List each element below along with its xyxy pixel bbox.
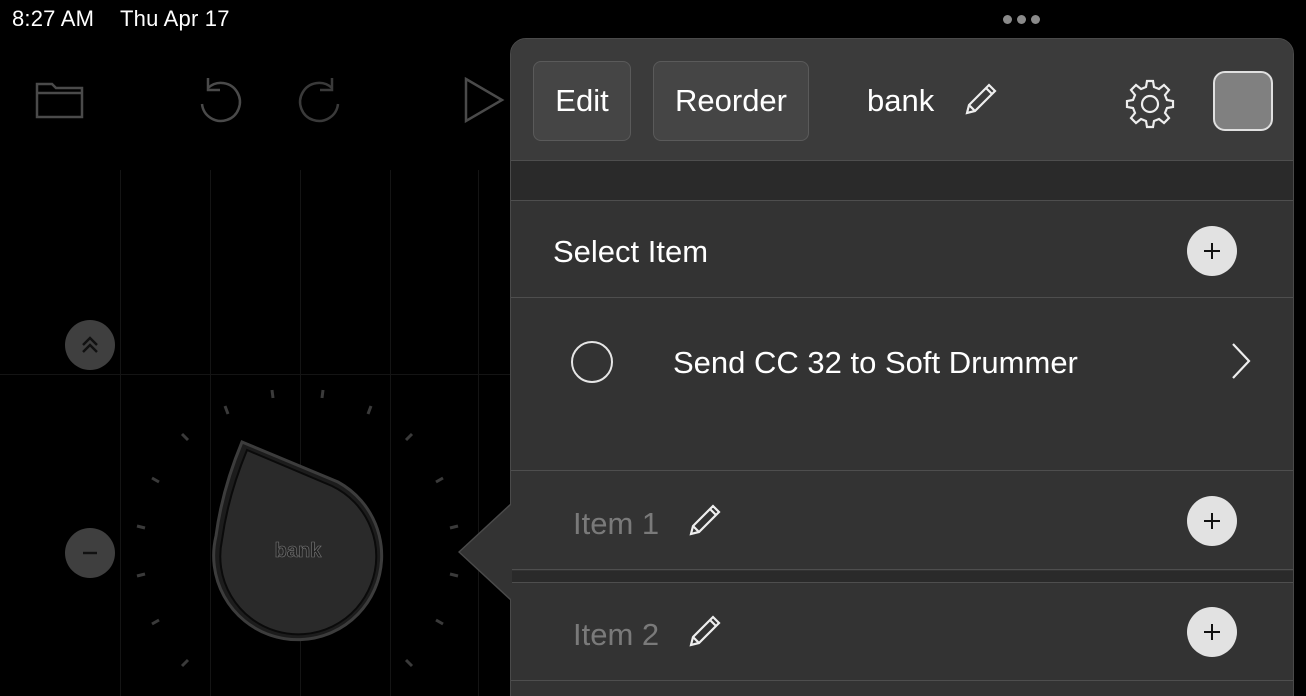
minus-icon[interactable] (65, 528, 115, 578)
select-item-row: Select Item (511, 202, 1293, 298)
folder-icon[interactable] (34, 78, 86, 120)
knob-dial[interactable] (120, 380, 480, 696)
popover-pointer (460, 504, 512, 600)
popover-title: bank (867, 83, 935, 118)
play-icon[interactable] (462, 76, 506, 124)
double-chevron-up-icon[interactable] (65, 320, 115, 370)
pencil-icon[interactable] (959, 79, 1001, 126)
list-item[interactable]: Item 1 (511, 472, 1293, 570)
gear-icon[interactable] (1123, 77, 1177, 136)
add-button[interactable] (1187, 496, 1237, 546)
chevron-right-icon[interactable] (1229, 341, 1253, 386)
popover-header: Edit Reorder bank (511, 39, 1293, 161)
select-item-label: Select Item (553, 234, 709, 269)
list-item[interactable]: Send CC 32 to Soft Drummer (511, 299, 1293, 471)
list-item[interactable]: Item 2 (511, 583, 1293, 681)
status-time: 8:27 AM (12, 6, 95, 31)
redo-icon[interactable] (294, 74, 346, 128)
add-item-button[interactable] (1187, 226, 1237, 276)
add-button[interactable] (1187, 607, 1237, 657)
radio-button[interactable] (571, 341, 613, 383)
multitasking-dots-icon[interactable] (1003, 15, 1040, 24)
popover-panel: Edit Reorder bank Select Item Send CC 32… (510, 38, 1294, 696)
item-label: Item 1 (573, 506, 660, 541)
status-bar: 8:27 AM Thu Apr 17 (12, 6, 250, 32)
color-swatch[interactable] (1213, 71, 1273, 131)
knob-label: bank (274, 540, 322, 563)
undo-icon[interactable] (194, 74, 246, 128)
selected-item-label: Send CC 32 to Soft Drummer (673, 345, 1078, 380)
edit-button[interactable]: Edit (533, 61, 631, 141)
status-date: Thu Apr 17 (120, 6, 230, 31)
pencil-icon[interactable] (683, 500, 725, 547)
reorder-button[interactable]: Reorder (653, 61, 809, 141)
item-label: Item 2 (573, 617, 660, 652)
pencil-icon[interactable] (683, 611, 725, 658)
